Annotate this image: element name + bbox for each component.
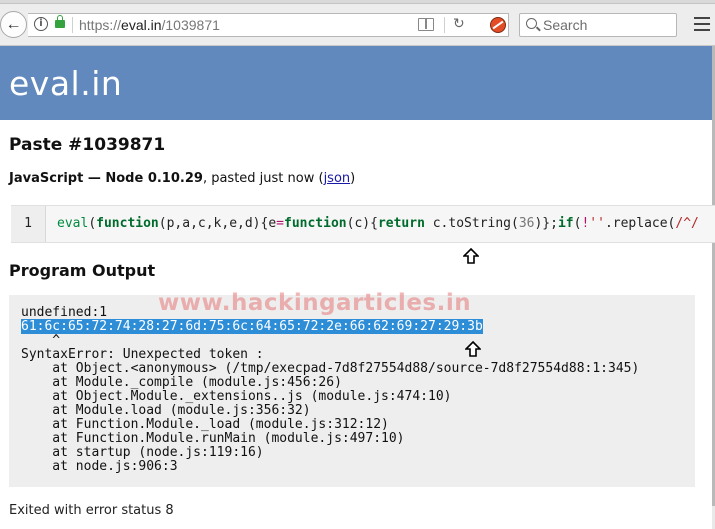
url-separator <box>72 17 73 33</box>
code-token: 36 <box>518 216 535 231</box>
json-link[interactable]: json <box>324 171 351 186</box>
exit-status: Exited with error status 8 <box>9 503 174 518</box>
search-input[interactable] <box>543 16 671 34</box>
up-arrow-icon <box>463 248 479 264</box>
paste-meta: JavaScript — Node 0.10.29, pasted just n… <box>9 171 355 186</box>
back-arrow-icon: ← <box>5 15 22 33</box>
search-icon <box>526 18 537 29</box>
addon-icon[interactable] <box>490 17 506 33</box>
code-token: (c){ <box>346 216 378 231</box>
error-trace: SyntaxError: Unexpected token : at Objec… <box>21 347 640 474</box>
code-line: eval(function(p,a,c,k,e,d){e=function(c)… <box>57 206 699 242</box>
watermark: www.hackingarticles.in <box>158 290 472 316</box>
code-token: ( <box>88 216 97 231</box>
info-icon[interactable]: i <box>34 17 48 31</box>
pasted-text: , pasted just now ( <box>202 171 324 186</box>
code-token: function <box>284 216 347 231</box>
output-text: undefined:1 61:6c:65:72:74:28:27:6d:75:6… <box>21 306 639 474</box>
url-bar[interactable]: i https://eval.in/1039871 ↻ <box>28 13 509 37</box>
tab-strip <box>0 0 715 4</box>
search-bar[interactable] <box>519 13 677 37</box>
browser-toolbar: ← i https://eval.in/1039871 ↻ <box>0 0 715 46</box>
code-block: 1 eval(function(p,a,c,k,e,d){e=function(… <box>11 205 715 243</box>
error-caret: ^ <box>21 333 61 348</box>
code-token: '' <box>589 216 605 231</box>
line-number: 1 <box>11 206 46 242</box>
site-header: eval.in <box>0 46 712 120</box>
code-token: function <box>96 216 159 231</box>
lock-icon <box>55 15 65 28</box>
url-text[interactable]: https://eval.in/1039871 <box>79 17 220 33</box>
highlighted-hex: 61:6c:65:72:74:28:27:6d:75:6c:64:65:72:2… <box>21 319 483 334</box>
back-button[interactable]: ← <box>0 11 27 38</box>
code-token: = <box>276 216 284 231</box>
output-title: Program Output <box>9 261 156 280</box>
language-label: JavaScript — Node 0.10.29 <box>9 171 203 186</box>
code-token: return <box>377 216 425 231</box>
url-separator-2 <box>444 17 445 33</box>
paste-title: Paste #1039871 <box>9 135 166 155</box>
code-token: .replace( <box>604 216 676 231</box>
reload-icon[interactable]: ↻ <box>453 16 465 32</box>
code-token: /^/ <box>675 216 699 231</box>
reader-view-icon[interactable] <box>418 18 434 31</box>
code-token: if <box>557 216 574 231</box>
menu-icon[interactable] <box>694 17 710 31</box>
site-logo[interactable]: eval.in <box>9 64 122 103</box>
output-line-1: undefined:1 <box>21 305 108 320</box>
code-token: (p,a,c,k,e,d){e <box>158 216 277 231</box>
program-output: undefined:1 61:6c:65:72:74:28:27:6d:75:6… <box>9 295 695 487</box>
code-token: eval <box>57 216 89 231</box>
close-paren: ) <box>350 171 356 186</box>
up-arrow-icon-2 <box>465 341 481 357</box>
code-token: c.toString( <box>424 216 519 231</box>
code-token: )}; <box>534 216 558 231</box>
